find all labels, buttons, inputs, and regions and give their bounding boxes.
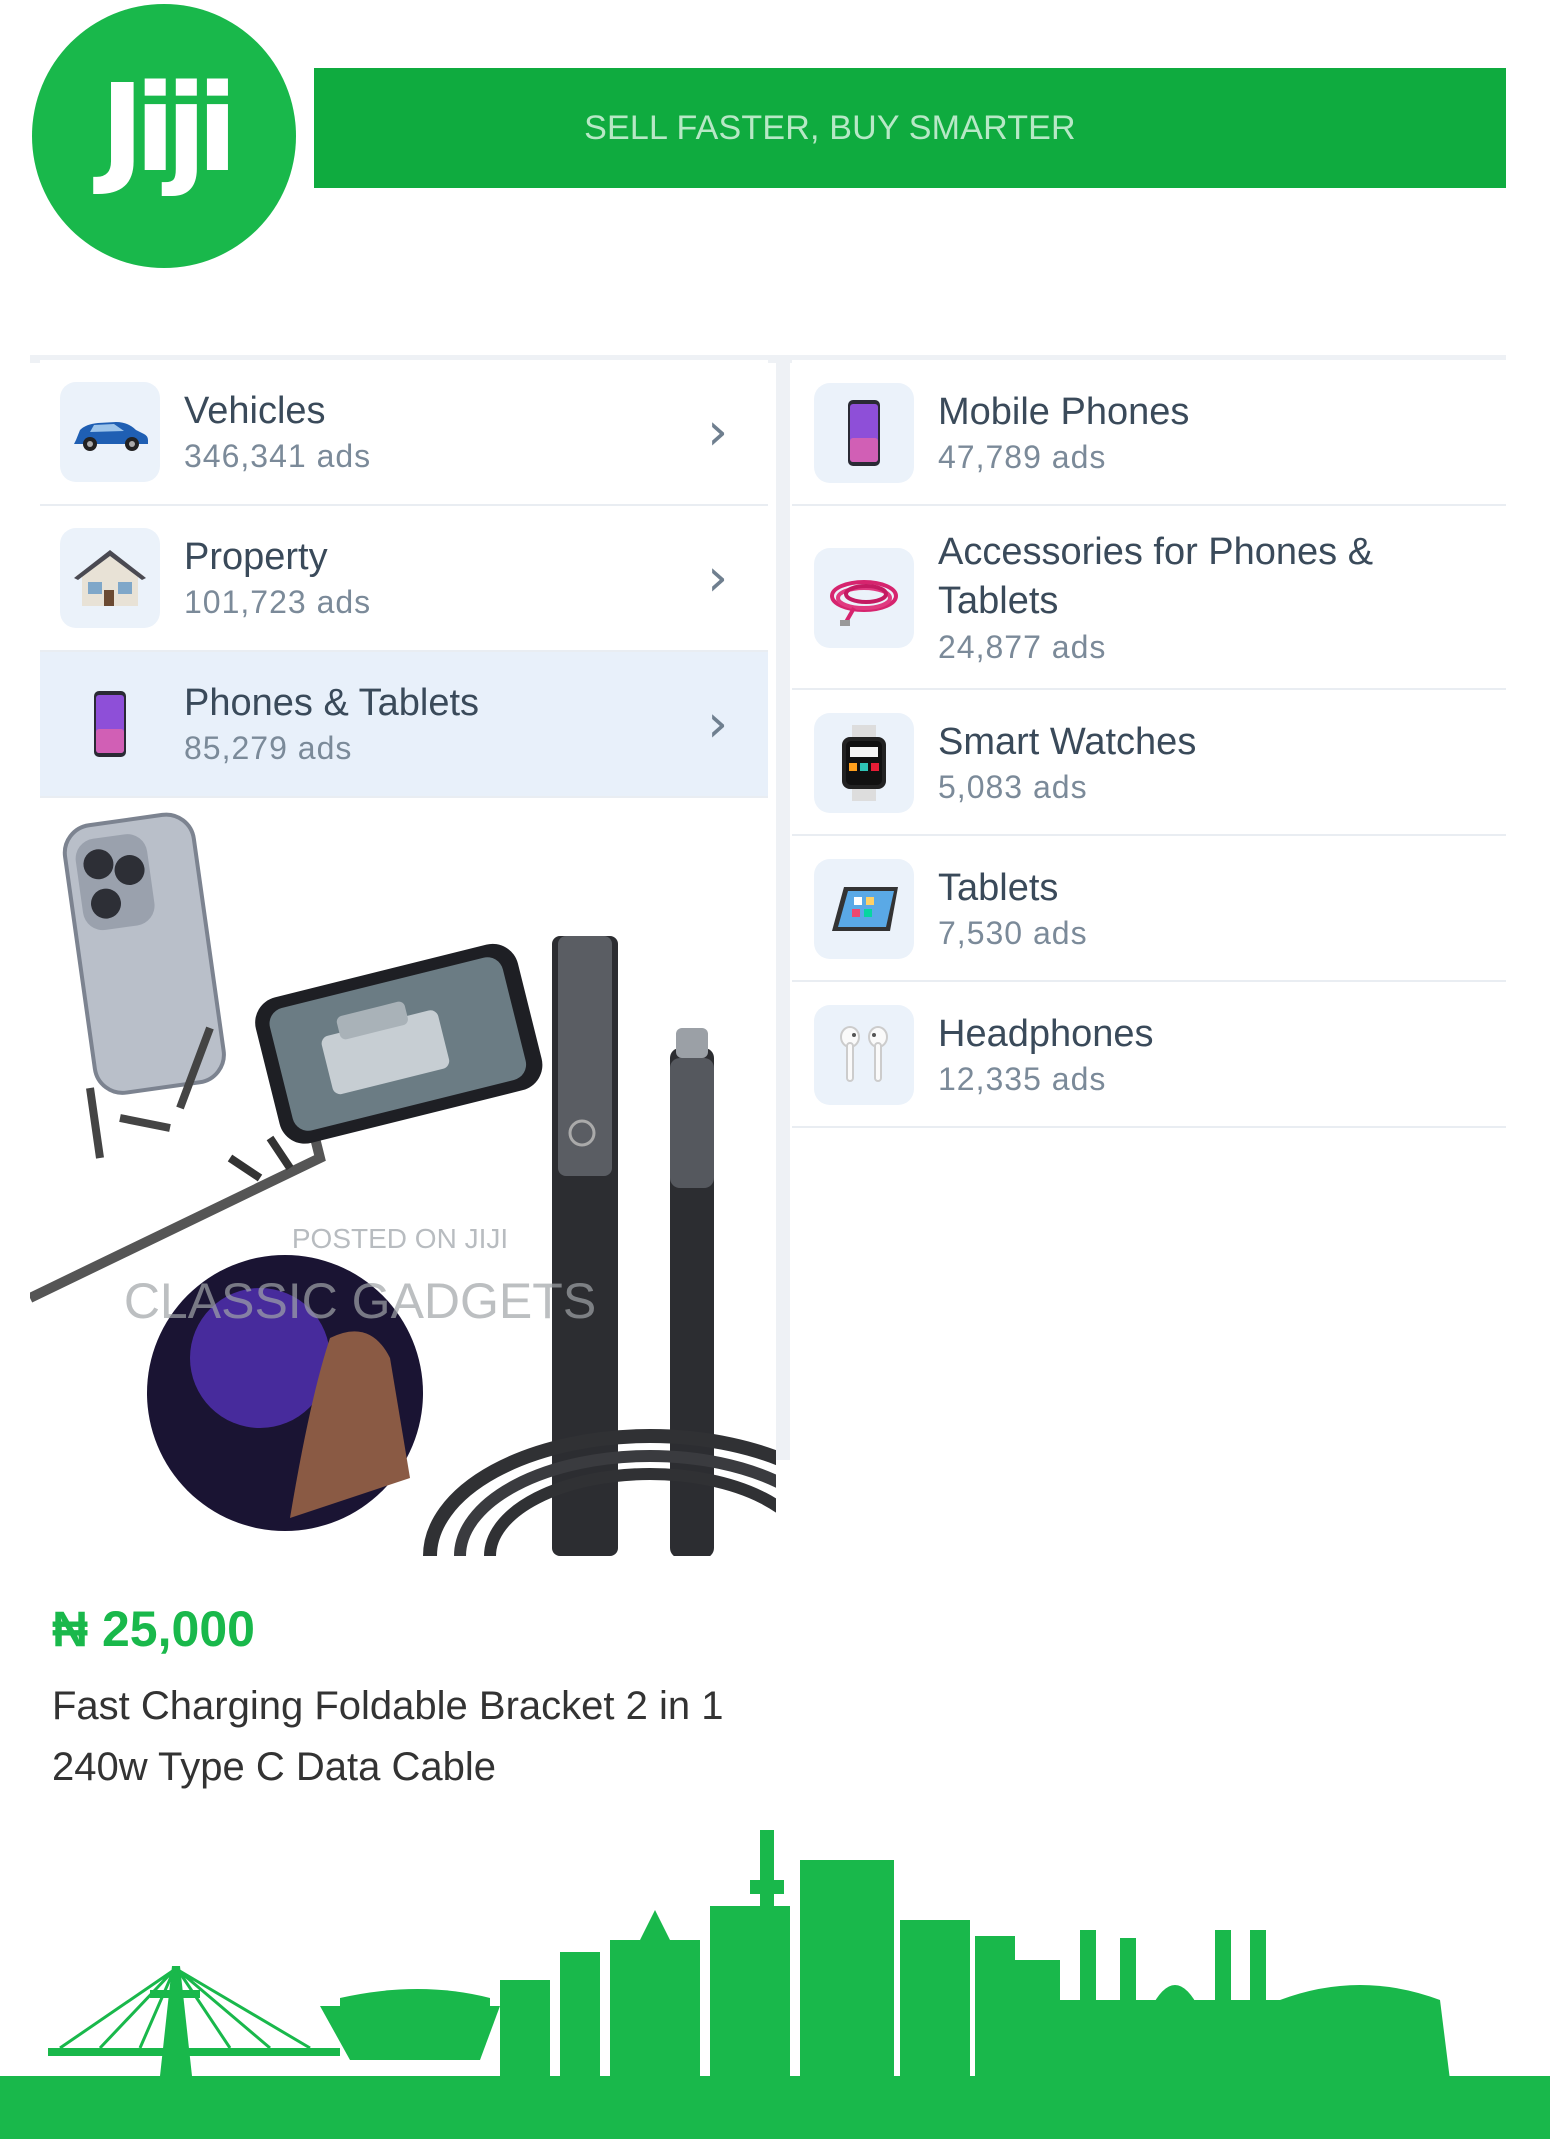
lagos-skyline-footer — [0, 1820, 1550, 2139]
subcategory-item-headphones[interactable]: Headphones 12,335 ads — [792, 982, 1506, 1129]
subcategory-name: Tablets — [938, 866, 1059, 909]
product-title[interactable]: Fast Charging Foldable Bracket 2 in 1 24… — [52, 1676, 812, 1798]
subcategory-count: 47,789 ads — [938, 438, 1107, 475]
earbuds-icon — [814, 1005, 914, 1106]
column-divider — [776, 360, 790, 1460]
subcategory-item-smart-watches[interactable]: Smart Watches 5,083 ads — [792, 690, 1506, 837]
subcategory-name: Smart Watches — [938, 720, 1197, 763]
smartwatch-icon — [814, 713, 914, 814]
watermark-line1: POSTED ON JIJI — [292, 1223, 508, 1254]
cable-icon — [814, 548, 914, 649]
subcategory-item-accessories[interactable]: Accessories for Phones & Tablets 24,877 … — [792, 506, 1506, 691]
tablet-icon — [814, 859, 914, 960]
chevron-right-icon: › — [707, 402, 728, 462]
product-image[interactable]: POSTED ON JIJI CLASSIC GADGETS — [30, 798, 776, 1556]
category-count: 85,279 ads — [184, 729, 353, 766]
category-item-phones-tablets[interactable]: Phones & Tablets 85,279 ads › — [40, 652, 768, 798]
subcategory-count: 7,530 ads — [938, 915, 1088, 952]
subcategory-name: Headphones — [938, 1012, 1154, 1055]
subcategory-name: Mobile Phones — [938, 390, 1190, 433]
subcategory-count: 5,083 ads — [938, 769, 1088, 806]
tagline-banner: SELL FASTER, BUY SMARTER — [314, 68, 1506, 188]
jiji-logo[interactable]: Jiji — [32, 4, 296, 268]
car-icon — [60, 382, 160, 482]
phone-icon — [60, 674, 160, 774]
watermark-line2: CLASSIC GADGETS — [124, 1273, 596, 1329]
subcategory-count: 12,335 ads — [938, 1061, 1107, 1098]
phone-icon — [814, 383, 914, 483]
category-item-property[interactable]: Property 101,723 ads › — [40, 506, 768, 652]
category-count: 101,723 ads — [184, 583, 372, 620]
subcategory-item-tablets[interactable]: Tablets 7,530 ads — [792, 836, 1506, 983]
subcategory-list: Mobile Phones 47,789 ads Accessories for… — [792, 360, 1506, 1129]
category-name: Vehicles — [184, 389, 326, 432]
category-item-vehicles[interactable]: Vehicles 346,341 ads › — [40, 360, 768, 506]
subcategory-item-mobile-phones[interactable]: Mobile Phones 47,789 ads — [792, 360, 1506, 506]
tagline-text: SELL FASTER, BUY SMARTER — [584, 108, 1076, 147]
subcategory-count: 24,877 ads — [938, 628, 1107, 665]
product-price: ₦ 25,000 — [52, 1601, 255, 1657]
category-name: Phones & Tablets — [184, 681, 480, 724]
category-name: Property — [184, 535, 328, 578]
chevron-right-icon: › — [707, 694, 728, 754]
logo-text: Jiji — [99, 60, 238, 199]
subcategory-name: Accessories for Phones & Tablets — [938, 531, 1374, 623]
category-count: 346,341 ads — [184, 437, 372, 474]
house-icon — [60, 528, 160, 628]
category-list: Vehicles 346,341 ads › Property 101,723 … — [40, 360, 768, 798]
chevron-right-icon: › — [707, 548, 728, 608]
